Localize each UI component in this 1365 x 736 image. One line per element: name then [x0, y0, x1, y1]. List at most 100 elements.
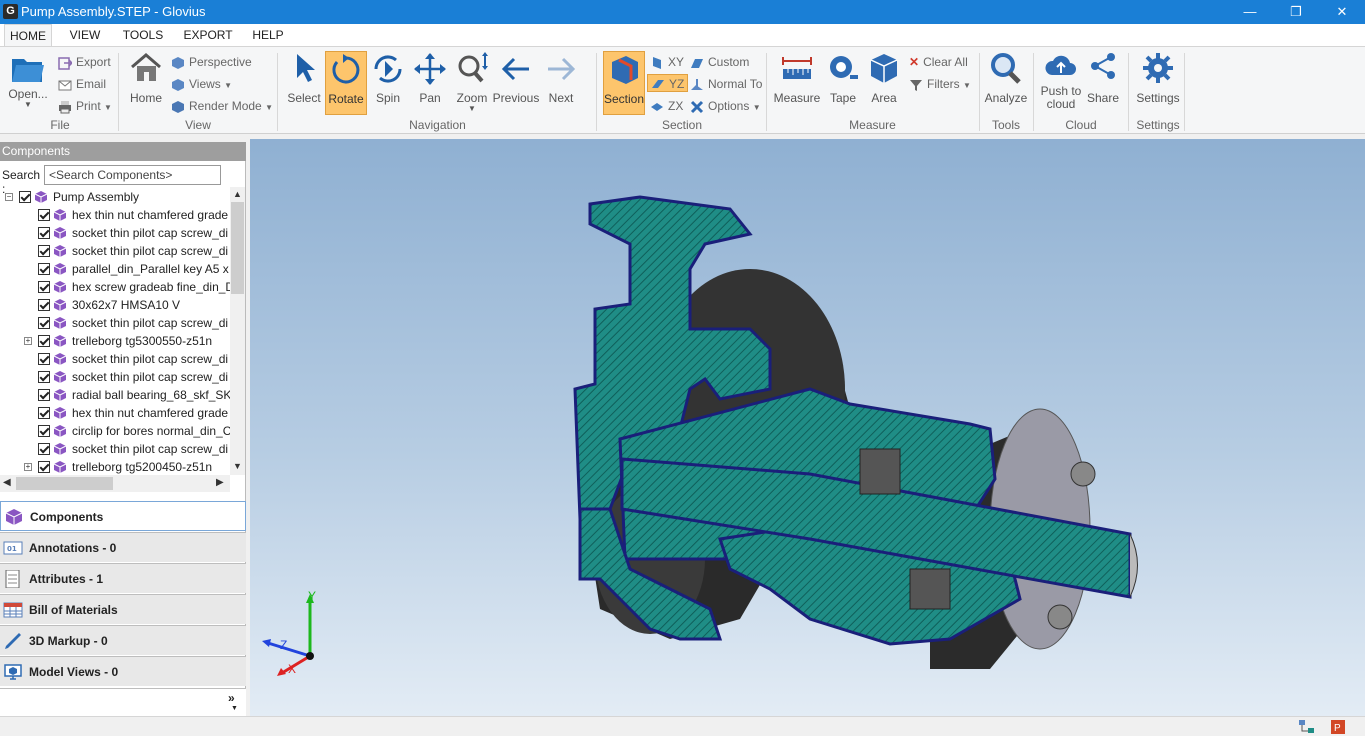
zoom-button[interactable]: Zoom ▼	[452, 51, 492, 115]
visibility-checkbox[interactable]	[38, 335, 50, 347]
tree-item[interactable]: + trelleborg tg5300550-z51n	[0, 332, 230, 350]
tab-tools[interactable]: TOOLS	[118, 24, 168, 46]
tab-help[interactable]: HELP	[246, 24, 290, 46]
visibility-checkbox[interactable]	[38, 299, 50, 311]
spin-button[interactable]: Spin	[368, 51, 408, 115]
select-button[interactable]: Select	[284, 51, 324, 115]
tree-item[interactable]: 30x62x7 HMSA10 V	[0, 296, 230, 314]
visibility-checkbox[interactable]	[38, 227, 50, 239]
analyze-button[interactable]: Analyze	[984, 51, 1028, 115]
tab-view[interactable]: VIEW	[60, 24, 110, 46]
chevron-down-icon: ▼	[468, 104, 476, 113]
tree-item[interactable]: socket thin pilot cap screw_di	[0, 224, 230, 242]
nav-bill-of-materials[interactable]: Bill of Materials	[0, 594, 246, 624]
tape-button[interactable]: Tape	[824, 51, 862, 115]
nav-3d-markup[interactable]: 3D Markup - 0	[0, 625, 246, 655]
nav-attributes[interactable]: Attributes - 1	[0, 563, 246, 593]
tree-root-item[interactable]: − Pump Assembly	[0, 188, 230, 206]
tree-item[interactable]: hex screw gradeab fine_din_D	[0, 278, 230, 296]
visibility-checkbox[interactable]	[38, 245, 50, 257]
visibility-checkbox[interactable]	[38, 281, 50, 293]
filters-button[interactable]: Filters ▼	[909, 75, 971, 93]
tree-item[interactable]: + trelleborg tg5200450-z51n	[0, 458, 230, 475]
section-button[interactable]: Section	[603, 51, 645, 115]
section-xy-button[interactable]: XY	[650, 53, 684, 71]
tree-item[interactable]: radial ball bearing_68_skf_SKF	[0, 386, 230, 404]
visibility-checkbox[interactable]	[38, 389, 50, 401]
more-chevron-icon[interactable]: »	[228, 691, 235, 705]
visibility-checkbox[interactable]	[38, 407, 50, 419]
visibility-checkbox[interactable]	[38, 353, 50, 365]
tab-home[interactable]: HOME	[4, 24, 52, 47]
scrollbar-thumb[interactable]	[231, 202, 244, 294]
visibility-checkbox[interactable]	[38, 209, 50, 221]
share-button[interactable]: Share	[1085, 51, 1121, 115]
visibility-checkbox[interactable]	[38, 263, 50, 275]
part-icon	[53, 281, 67, 293]
perspective-button[interactable]: Perspective	[171, 53, 252, 71]
minimize-button[interactable]: —	[1227, 0, 1273, 24]
scroll-down-icon[interactable]: ▼	[233, 461, 242, 471]
expand-icon[interactable]: +	[24, 337, 32, 345]
tree-item[interactable]: parallel_din_Parallel key A5 x 5	[0, 260, 230, 278]
visibility-checkbox[interactable]	[38, 443, 50, 455]
open-button[interactable]: Open... ▼	[6, 51, 50, 115]
previous-button[interactable]: Previous	[492, 51, 540, 115]
home-button[interactable]: Home	[126, 51, 166, 115]
views-button[interactable]: Views ▼	[171, 75, 232, 93]
tree-item[interactable]: circlip for bores normal_din_C	[0, 422, 230, 440]
close-button[interactable]: ✕	[1319, 0, 1365, 24]
tree-item[interactable]: hex thin nut chamfered grade	[0, 206, 230, 224]
clear-all-button[interactable]: ✕ Clear All	[909, 53, 968, 71]
scrollbar-thumb[interactable]	[16, 477, 113, 490]
pump-assembly-model[interactable]: Y Z X	[250, 139, 1365, 716]
rotate-button[interactable]: Rotate	[325, 51, 367, 115]
normal-to-button[interactable]: Normal To	[690, 75, 762, 93]
tree-item-label: radial ball bearing_68_skf_SKF	[72, 388, 230, 402]
tab-export[interactable]: EXPORT	[180, 24, 236, 46]
nav-annotations[interactable]: 01 Annotations - 0	[0, 532, 246, 562]
print-button[interactable]: Print ▼	[58, 97, 112, 115]
components-panel-header: Components	[0, 142, 246, 161]
hierarchy-icon[interactable]	[1298, 719, 1316, 735]
visibility-checkbox[interactable]	[38, 371, 50, 383]
area-button[interactable]: Area	[864, 51, 904, 115]
measure-button[interactable]: Measure	[772, 51, 822, 115]
options-button[interactable]: Options ▼	[690, 97, 761, 115]
scroll-up-icon[interactable]: ▲	[233, 189, 242, 199]
tree-horizontal-scrollbar[interactable]: ◀ ▶	[0, 475, 230, 492]
tree-item[interactable]: hex thin nut chamfered grade	[0, 404, 230, 422]
tree-item[interactable]: socket thin pilot cap screw_di	[0, 314, 230, 332]
visibility-checkbox[interactable]	[38, 425, 50, 437]
visibility-checkbox[interactable]	[38, 461, 50, 473]
collapse-icon[interactable]: −	[5, 193, 13, 201]
visibility-checkbox[interactable]	[19, 191, 31, 203]
tree-vertical-scrollbar[interactable]: ▲ ▼	[230, 187, 245, 475]
group-separator	[766, 53, 767, 131]
component-search-input[interactable]: <Search Components>	[44, 165, 221, 185]
visibility-checkbox[interactable]	[38, 317, 50, 329]
custom-section-button[interactable]: Custom	[690, 53, 749, 71]
push-to-cloud-button[interactable]: Push to cloud	[1038, 51, 1084, 117]
presentation-icon[interactable]: P	[1330, 719, 1348, 735]
section-zx-button[interactable]: ZX	[650, 97, 683, 115]
3d-viewport[interactable]: Y Z X	[250, 139, 1365, 716]
settings-button[interactable]: Settings	[1134, 51, 1182, 115]
scroll-left-icon[interactable]: ◀	[3, 477, 11, 488]
email-button[interactable]: Email	[58, 75, 106, 93]
tree-item[interactable]: socket thin pilot cap screw_di	[0, 350, 230, 368]
expand-icon[interactable]: +	[24, 463, 32, 471]
pan-button[interactable]: Pan	[410, 51, 450, 115]
tree-item[interactable]: socket thin pilot cap screw_di	[0, 242, 230, 260]
chevron-down-icon[interactable]: ▼	[231, 705, 238, 712]
section-yz-button[interactable]: YZ	[647, 74, 689, 92]
scroll-right-icon[interactable]: ▶	[216, 477, 224, 488]
next-button[interactable]: Next	[540, 51, 582, 115]
export-button[interactable]: Export	[58, 53, 111, 71]
tree-item[interactable]: socket thin pilot cap screw_di	[0, 440, 230, 458]
nav-model-views[interactable]: Model Views - 0	[0, 656, 246, 686]
nav-components[interactable]: Components	[0, 501, 246, 531]
render-mode-button[interactable]: Render Mode ▼	[171, 97, 273, 115]
restore-button[interactable]: ❐	[1273, 0, 1319, 24]
tree-item[interactable]: socket thin pilot cap screw_di	[0, 368, 230, 386]
